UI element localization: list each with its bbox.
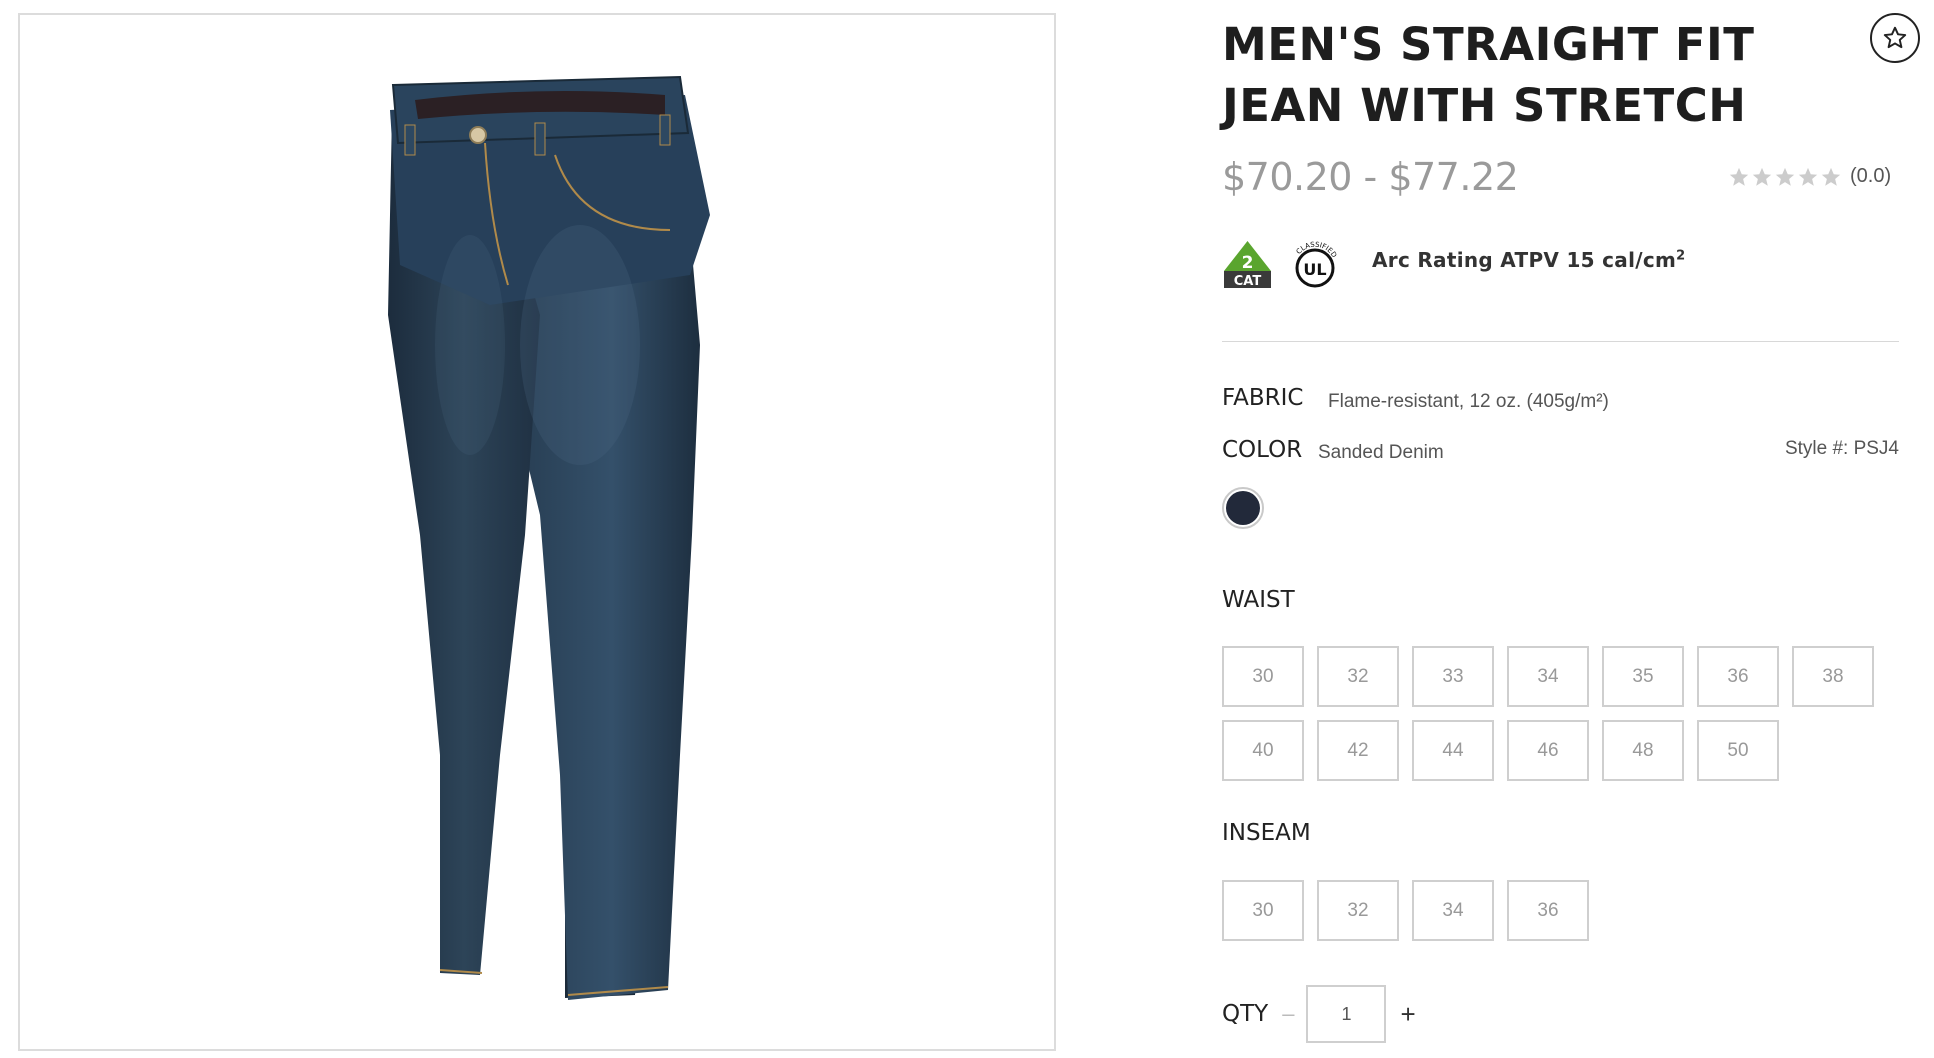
waist-option-50[interactable]: 50: [1697, 720, 1779, 781]
waist-option-32[interactable]: 32: [1317, 646, 1399, 707]
waist-option-36[interactable]: 36: [1697, 646, 1779, 707]
star-icon: [1752, 167, 1772, 186]
svg-text:UL: UL: [1303, 260, 1326, 279]
waist-option-30[interactable]: 30: [1222, 646, 1304, 707]
waist-option-34[interactable]: 34: [1507, 646, 1589, 707]
inseam-option-32[interactable]: 32: [1317, 880, 1399, 941]
color-label: COLOR: [1222, 437, 1303, 463]
rating-stars: [1728, 166, 1842, 188]
quantity-stepper: QTY – +: [1222, 984, 1416, 1044]
qty-input[interactable]: [1306, 985, 1387, 1043]
arc-rating-text: Arc Rating ATPV 15 cal/cm2: [1372, 248, 1686, 272]
waist-options: 30 32 33 34 35 36 38 40 42 44 46 48 50: [1222, 646, 1874, 781]
ul-classified-icon: UL CLASSIFIED: [1295, 241, 1338, 288]
star-outline-icon: [1883, 26, 1907, 49]
rating[interactable]: (0.0): [1728, 165, 1891, 188]
waist-option-38[interactable]: 38: [1792, 646, 1874, 707]
color-swatch-sanded-denim[interactable]: [1222, 487, 1264, 529]
qty-decrement-button[interactable]: –: [1282, 1001, 1294, 1027]
waist-option-48[interactable]: 48: [1602, 720, 1684, 781]
star-icon: [1821, 167, 1841, 186]
product-image-jeans: [388, 75, 710, 1000]
waist-option-40[interactable]: 40: [1222, 720, 1304, 781]
rating-count: (0.0): [1850, 165, 1892, 187]
certifications-row: 2 CAT UL CLASSIFIED Arc Rating ATPV 15 c…: [1222, 236, 1882, 296]
waist-option-42[interactable]: 42: [1317, 720, 1399, 781]
waist-option-35[interactable]: 35: [1602, 646, 1684, 707]
star-icon: [1798, 167, 1818, 186]
waist-label: WAIST: [1222, 587, 1295, 613]
price-range: $70.20 - $77.22: [1222, 155, 1519, 199]
star-icon: [1775, 167, 1795, 186]
qty-increment-button[interactable]: +: [1400, 999, 1415, 1030]
fabric-value: Flame-resistant, 12 oz. (405g/m²): [1328, 391, 1609, 412]
inseam-options: 30 32 34 36: [1222, 880, 1874, 941]
style-number: Style #: PSJ4: [1784, 438, 1899, 459]
wishlist-button[interactable]: [1870, 13, 1920, 63]
waist-option-44[interactable]: 44: [1412, 720, 1494, 781]
waist-option-33[interactable]: 33: [1412, 646, 1494, 707]
inseam-label: INSEAM: [1222, 820, 1311, 846]
svg-text:2: 2: [1242, 253, 1254, 273]
svg-text:CAT: CAT: [1234, 274, 1262, 289]
swatch-color-fill: [1226, 491, 1260, 525]
inseam-option-34[interactable]: 34: [1412, 880, 1494, 941]
waist-option-46[interactable]: 46: [1507, 720, 1589, 781]
inseam-option-30[interactable]: 30: [1222, 880, 1304, 941]
qty-label: QTY: [1222, 1001, 1269, 1027]
cat-2-badge-icon: 2 CAT: [1224, 241, 1271, 289]
fabric-label: FABRIC: [1222, 385, 1304, 411]
product-title: MEN'S STRAIGHT FIT JEAN WITH STRETCH: [1222, 18, 1755, 132]
color-value: Sanded Denim: [1318, 442, 1444, 463]
product-image-frame[interactable]: [18, 13, 1056, 1051]
inseam-option-36[interactable]: 36: [1507, 880, 1589, 941]
section-divider: [1222, 341, 1899, 342]
star-icon: [1729, 167, 1749, 186]
